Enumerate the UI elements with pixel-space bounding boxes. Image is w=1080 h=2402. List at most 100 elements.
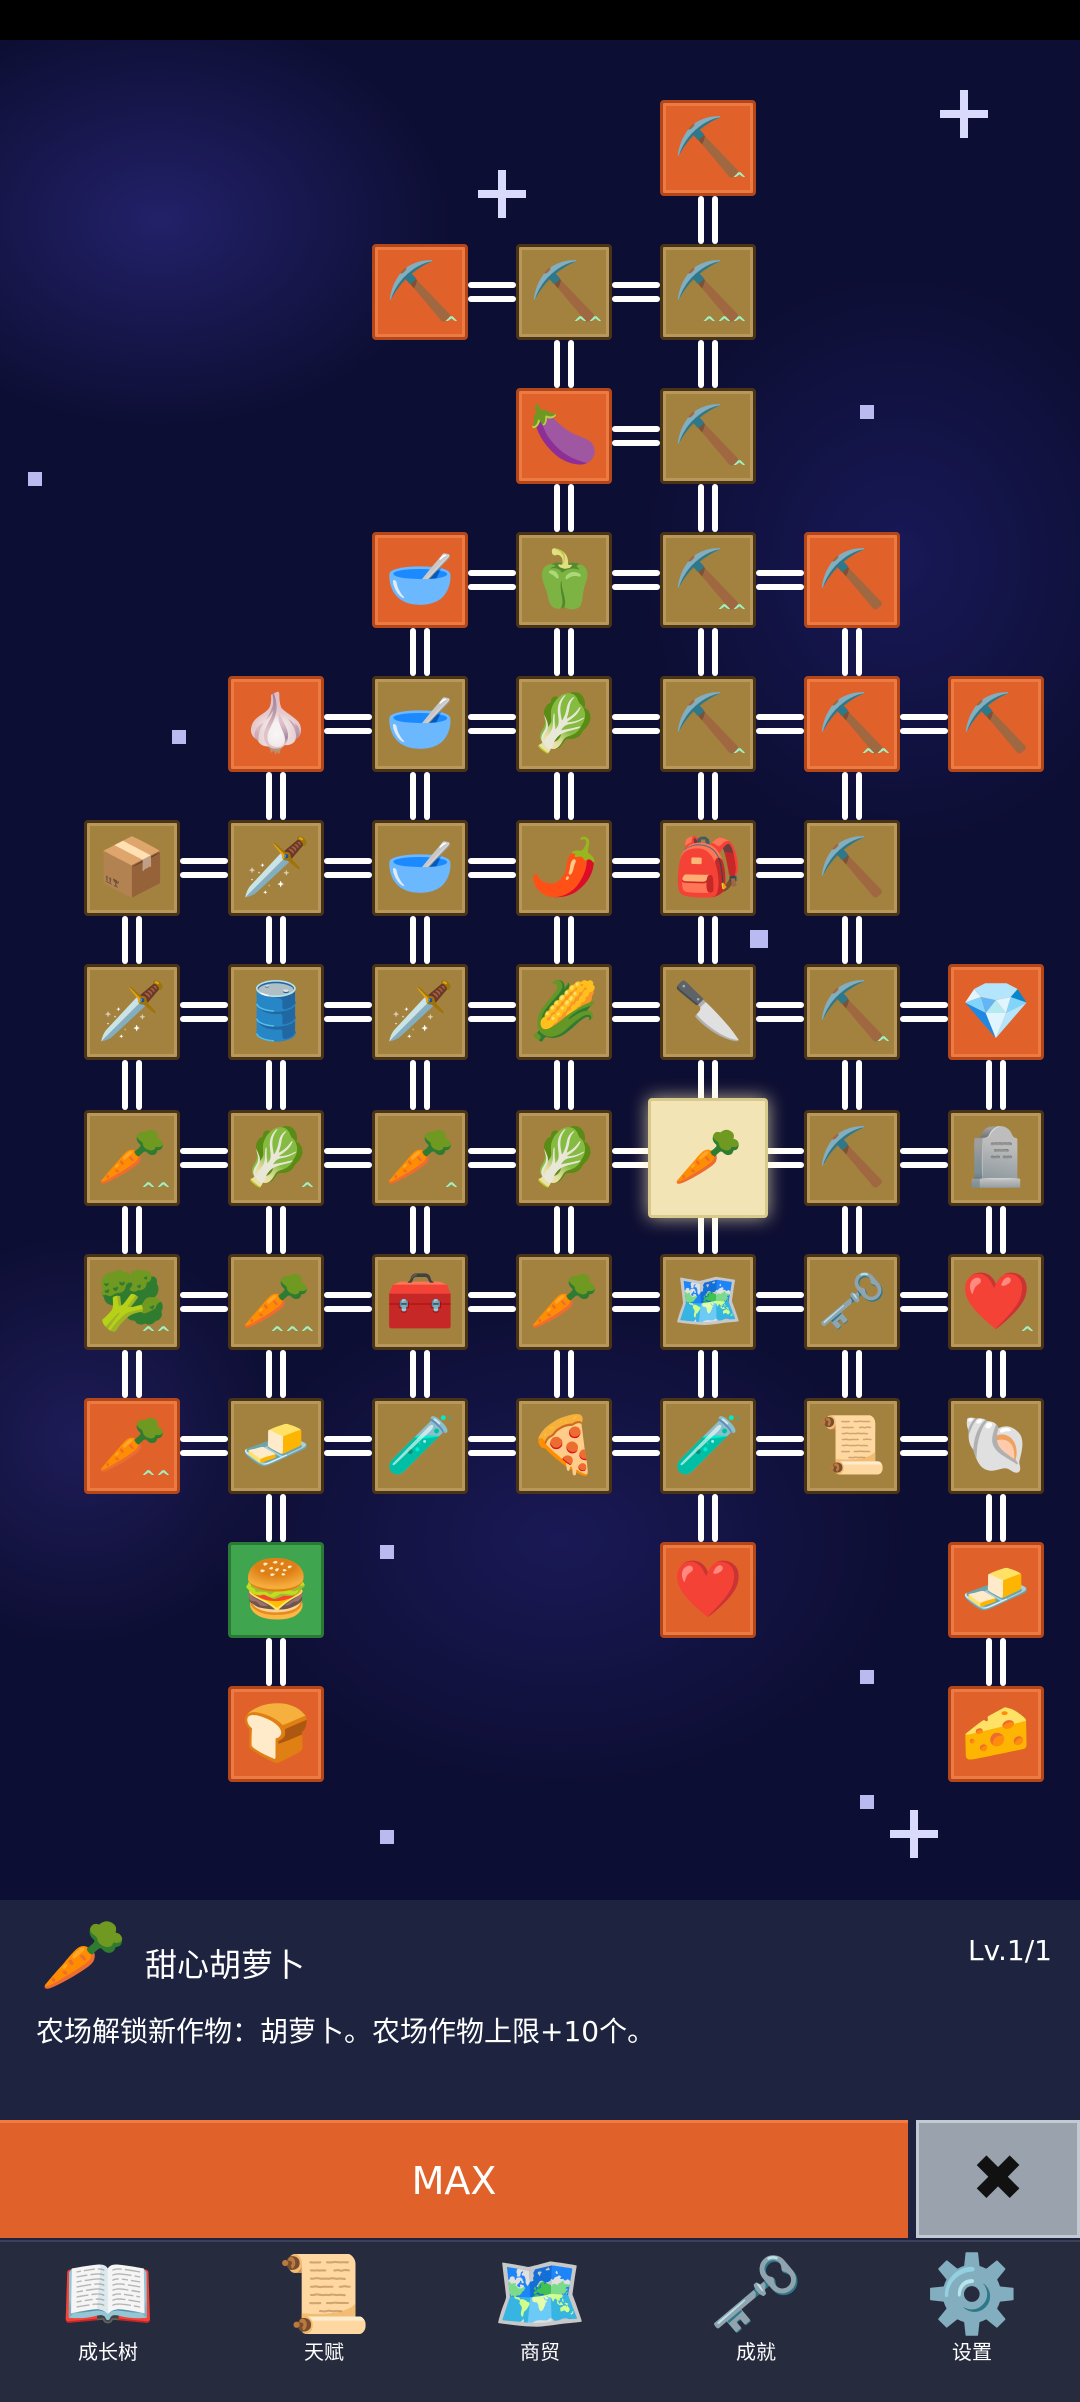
tree-connector <box>266 1350 272 1398</box>
butter-icon: 🧈 <box>961 1557 1031 1622</box>
skill-node-bowl[interactable]: 🥣 <box>372 532 468 628</box>
max-button[interactable]: MAX <box>0 2120 908 2238</box>
tree-connector <box>568 1350 574 1398</box>
garlic-icon: 🧄 <box>241 691 311 756</box>
tree-connector <box>842 1206 848 1254</box>
close-button[interactable]: ✖ <box>916 2120 1080 2238</box>
nav-item-scroll[interactable]: 📜 天赋 <box>216 2242 432 2402</box>
skill-node-heart[interactable]: ❤️ ^ <box>948 1254 1044 1350</box>
tree-connector <box>468 858 516 864</box>
nav-item-gear[interactable]: ⚙️ 设置 <box>864 2242 1080 2402</box>
skill-node-sword[interactable]: 🗡️ <box>228 820 324 916</box>
skill-node-heart[interactable]: ❤️ <box>660 1542 756 1638</box>
tree-connector <box>756 728 804 734</box>
skill-node-shovel-frame[interactable]: ⛏️ ^^ <box>516 244 612 340</box>
skill-node-pickaxe[interactable]: ⛏️ <box>948 676 1044 772</box>
skill-node-shovel[interactable]: ⛏️ ^ <box>372 244 468 340</box>
tree-connector <box>468 714 516 720</box>
upgrade-chevron-icon: ^^^ <box>701 313 747 334</box>
skill-node-burger[interactable]: 🍔 <box>228 1542 324 1638</box>
skill-node-potion[interactable]: 🧪 <box>660 1398 756 1494</box>
skill-node-carrot-frame[interactable]: 🥕 ^ <box>372 1110 468 1206</box>
skill-node-garlic[interactable]: 🧄 <box>228 676 324 772</box>
skill-node-dagger[interactable]: 🔪 <box>660 964 756 1060</box>
tree-connector <box>266 772 272 820</box>
tree-connector <box>756 1002 804 1008</box>
nav-item-label: 成就 <box>736 2340 776 2364</box>
skill-node-cheese[interactable]: 🧀 <box>948 1686 1044 1782</box>
skill-node-carrot-frame[interactable]: 🥕 ^^ <box>84 1110 180 1206</box>
skill-node-broccoli[interactable]: 🥦 ^^ <box>84 1254 180 1350</box>
skill-node-pepper[interactable]: 🫑 <box>516 532 612 628</box>
skill-node-pickaxe[interactable]: ⛏️ ^^ <box>804 676 900 772</box>
skill-node-potion[interactable]: 🧪 <box>372 1398 468 1494</box>
book-icon: 📖 <box>60 2249 156 2338</box>
upgrade-chevron-icon: ^ <box>731 457 747 478</box>
tree-connector <box>842 772 848 820</box>
skill-node-tombstone[interactable]: 🪦 <box>948 1110 1044 1206</box>
skill-node-soup-bowl[interactable]: 🥣 <box>372 676 468 772</box>
skill-node-pickaxe[interactable]: ⛏️ <box>804 1110 900 1206</box>
skill-node-pickaxe[interactable]: ⛏️ <box>804 532 900 628</box>
tree-connector <box>756 570 804 576</box>
skill-node-bowl[interactable]: 🥣 <box>372 820 468 916</box>
tree-connector <box>266 916 272 964</box>
skill-node-cabbage[interactable]: 🥬 ^ <box>228 1110 324 1206</box>
skill-node-pizza[interactable]: 🍕 <box>516 1398 612 1494</box>
upgrade-chevron-icon: ^ <box>731 169 747 190</box>
skill-node-shovel-frame[interactable]: ⛏️ ^ <box>660 388 756 484</box>
tree-connector <box>1000 1206 1006 1254</box>
skill-node-parsnip[interactable]: 🥕 <box>516 1254 612 1350</box>
nav-item-key[interactable]: 🗝️ 成就 <box>648 2242 864 2402</box>
skill-node-gold-bar[interactable]: 🧈 <box>228 1398 324 1494</box>
skill-node-carrot-frame[interactable]: 🥕 ^^^ <box>228 1254 324 1350</box>
potion-icon: 🧪 <box>673 1413 743 1478</box>
pickaxe-icon: ⛏️ <box>817 835 887 900</box>
tree-connector <box>324 858 372 864</box>
skill-node-shovel[interactable]: ⛏️ ^^ <box>660 532 756 628</box>
skill-node-bread-frame[interactable]: 🍞 <box>228 1686 324 1782</box>
sword-icon: 🗡️ <box>385 979 455 1044</box>
skill-node-shovel[interactable]: ⛏️ ^ <box>660 676 756 772</box>
tree-connector <box>568 340 574 388</box>
tree-connector <box>712 628 718 676</box>
skill-node-pickaxe[interactable]: ⛏️ ^ <box>804 964 900 1060</box>
skill-node-eggplant[interactable]: 🍆 <box>516 388 612 484</box>
skill-node-crystal[interactable]: 💎 <box>948 964 1044 1060</box>
skill-node-barrel[interactable]: 🛢️ <box>228 964 324 1060</box>
skill-node-pickaxe[interactable]: ⛏️ <box>804 820 900 916</box>
nav-item-book[interactable]: 📖 成长树 <box>0 2242 216 2402</box>
carrot-frame-icon: 🥕 <box>97 1413 167 1478</box>
skill-node-shovel[interactable]: ⛏️ ^ <box>660 100 756 196</box>
skill-node-corn[interactable]: 🌽 <box>516 964 612 1060</box>
skill-node-fossil[interactable]: 🐚 <box>948 1398 1044 1494</box>
nav-item-map[interactable]: 🗺️ 商贸 <box>432 2242 648 2402</box>
tree-connector <box>568 1060 574 1110</box>
tree-connector <box>468 1002 516 1008</box>
skill-node-radish[interactable]: 🥬 <box>516 676 612 772</box>
skill-node-cabbage[interactable]: 🥬 <box>516 1110 612 1206</box>
tree-connector <box>900 1436 948 1442</box>
tree-connector <box>468 872 516 878</box>
tree-connector <box>698 772 704 820</box>
skill-node-butter[interactable]: 🧈 <box>948 1542 1044 1638</box>
tree-connector <box>266 1206 272 1254</box>
pickaxe-icon: ⛏️ <box>817 979 887 1044</box>
skill-node-map[interactable]: 🗺️ <box>660 1254 756 1350</box>
tree-connector <box>842 916 848 964</box>
skill-node-carrot[interactable]: 🥕 <box>648 1098 768 1218</box>
tree-connector <box>568 1206 574 1254</box>
skill-node-shovel[interactable]: ⛏️ ^^^ <box>660 244 756 340</box>
skill-node-chili-pepper[interactable]: 🌶️ <box>516 820 612 916</box>
skill-node-key[interactable]: 🗝️ <box>804 1254 900 1350</box>
tree-connector <box>324 1016 372 1022</box>
skill-node-sword[interactable]: 🗡️ <box>372 964 468 1060</box>
upgrade-chevron-icon: ^ <box>731 745 747 766</box>
skill-node-sword[interactable]: 🗡️ <box>84 964 180 1060</box>
skill-node-carrot-frame[interactable]: 🥕 ^^ <box>84 1398 180 1494</box>
nav-item-label: 设置 <box>952 2340 992 2364</box>
skill-node-scroll[interactable]: 📜 <box>804 1398 900 1494</box>
skill-node-treasure-chest[interactable]: 🧰 <box>372 1254 468 1350</box>
skill-node-backpack[interactable]: 🎒 <box>660 820 756 916</box>
skill-node-wooden-crate[interactable]: 📦 <box>84 820 180 916</box>
